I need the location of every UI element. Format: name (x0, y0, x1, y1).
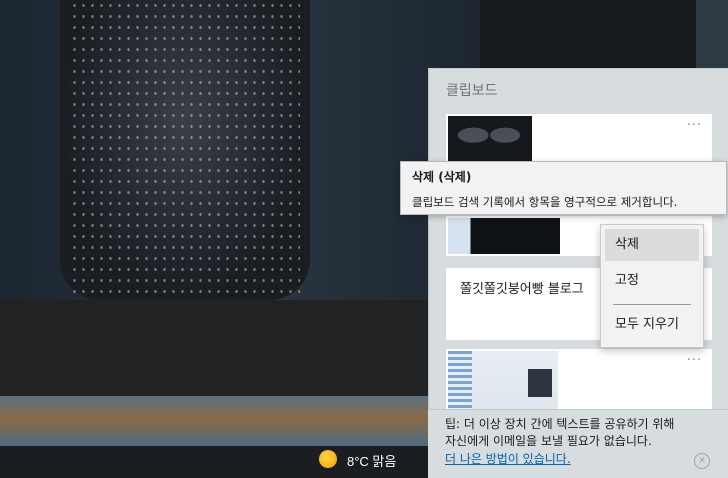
sun-icon[interactable] (319, 450, 337, 468)
clipboard-item-thumbnail (448, 116, 532, 164)
tooltip-title: 삭제 (삭제) (412, 170, 472, 184)
clipboard-item-thumbnail (448, 351, 558, 409)
context-menu: 삭제 고정 모두 지우기 (600, 224, 704, 348)
clipboard-item-thumbnail (448, 218, 560, 254)
thumbnail-picture (528, 369, 552, 397)
tooltip-description: 클립보드 검색 기록에서 항목을 영구적으로 제거합니다. (412, 195, 678, 209)
more-options-icon[interactable]: ··· (687, 353, 702, 368)
menu-item-clear-all[interactable]: 모두 지우기 (605, 309, 699, 341)
tip-link[interactable]: 더 나은 방법이 있습니다. (445, 450, 571, 467)
menu-separator (613, 304, 691, 305)
menu-item-delete[interactable]: 삭제 (605, 229, 699, 261)
clipboard-title: 클립보드 (446, 83, 498, 99)
thumbnail-sidebar (448, 351, 472, 409)
clipboard-item[interactable]: ··· (446, 114, 712, 166)
sequin-texture (70, 0, 300, 300)
dismiss-icon[interactable]: ✕ (694, 453, 710, 469)
weather-label[interactable]: 8°C 맑음 (347, 451, 396, 470)
clipboard-item-text: 쫄깃쫄깃붕어빵 블로그 (460, 282, 584, 297)
menu-item-pin[interactable]: 고정 (605, 265, 699, 297)
clipboard-item[interactable]: ··· (446, 349, 712, 411)
tip-text-line2: 자신에게 이메일을 보낼 필요가 없습니다. (445, 434, 652, 448)
tip-text-line1: 팁: 더 이상 장치 간에 텍스트를 공유하기 위해 (445, 417, 675, 431)
tooltip: 삭제 (삭제) 클립보드 검색 기록에서 항목을 영구적으로 제거합니다. (400, 161, 727, 215)
tip-box: 팁: 더 이상 장치 간에 텍스트를 공유하기 위해 자신에게 이메일을 보낼 … (428, 409, 728, 478)
more-options-icon[interactable]: ··· (687, 118, 702, 133)
